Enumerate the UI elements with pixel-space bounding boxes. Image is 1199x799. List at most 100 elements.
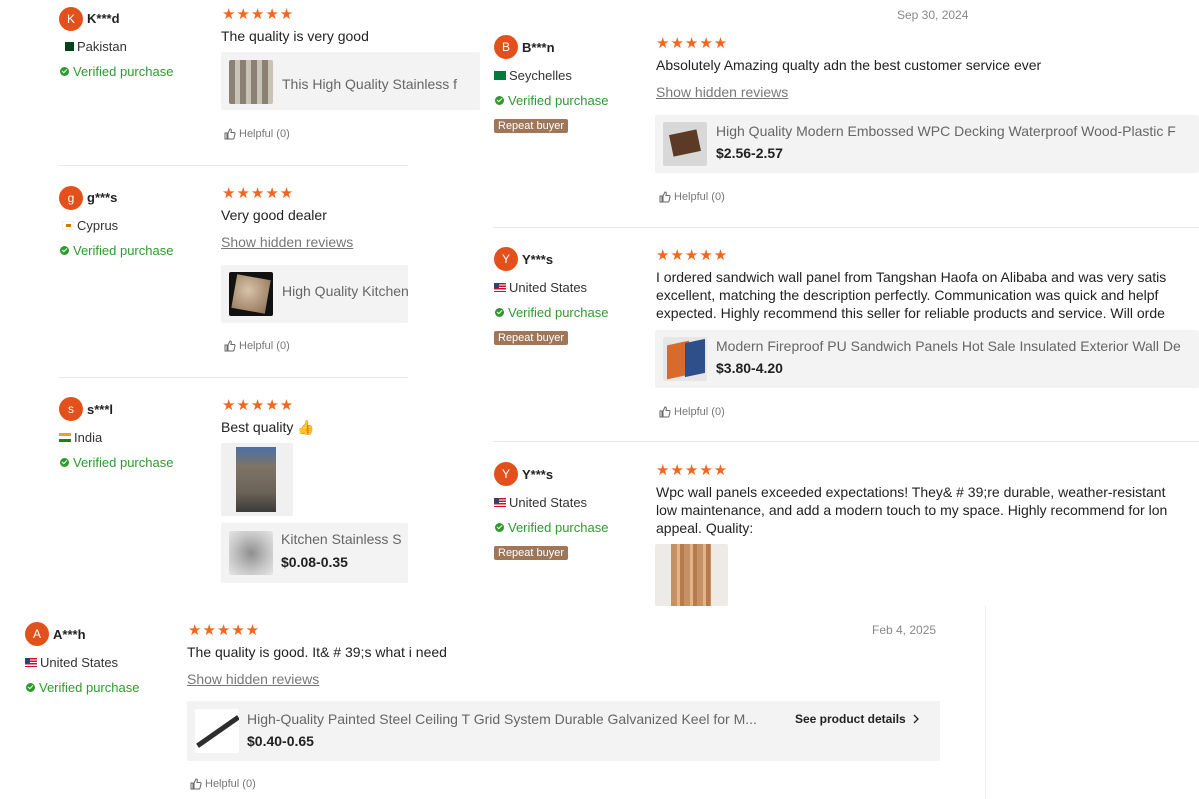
verified-purchase: Verified purchase [60,243,173,258]
show-hidden-reviews-link[interactable]: Show hidden reviews [221,234,353,250]
product-link[interactable]: This High Quality Stainless f [221,52,480,110]
verified-check-icon [495,308,504,317]
reviewer-name: g***s [87,190,118,205]
helpful-button[interactable]: Helpful (0) [190,778,256,790]
product-thumbnail [229,531,273,575]
star-rating: ★★★★★ [188,622,261,639]
star-rating: ★★★★★ [222,6,295,23]
country-label: Pakistan [77,39,127,54]
country-label: United States [509,495,588,510]
pakistan-flag-icon [62,42,74,51]
helpful-button[interactable]: Helpful (0) [659,406,725,418]
product-price: $3.80-4.20 [716,360,783,376]
review-text-line: excellent, matching the description perf… [656,287,1159,303]
helpful-button[interactable]: Helpful (0) [224,340,290,352]
show-hidden-reviews-link[interactable]: Show hidden reviews [187,671,319,687]
star-rating: ★★★★★ [222,397,295,414]
verified-purchase: Verified purchase [495,520,608,535]
review-card: K K***d Pakistan Verified purchase ★★★★★… [0,0,480,165]
thumbs-up-icon [659,191,671,203]
product-name: High Quality Kitchen [282,283,408,299]
verified-purchase: Verified purchase [495,305,608,320]
helpful-label: Helpful (0) [239,128,290,140]
review-photo[interactable] [221,443,293,516]
seychelles-flag-icon [494,71,506,80]
verified-purchase: Verified purchase [60,64,173,79]
review-text: Very good dealer [221,207,327,223]
country-label: United States [40,655,119,670]
reviewer-country: India [59,430,102,445]
reviewer-name: Y***s [522,252,554,267]
review-date: Feb 4, 2025 [872,623,937,637]
thumbs-up-icon [190,778,202,790]
reviewer-country: Pakistan [62,39,127,54]
verified-label: Verified purchase [73,64,174,79]
thumbs-up-icon [224,340,236,352]
product-name: High-Quality Painted Steel Ceiling T Gri… [247,711,757,727]
product-thumbnail [229,272,273,316]
reviewer-country: Seychelles [494,68,572,83]
verified-purchase: Verified purchase [60,455,173,470]
product-link[interactable]: High Quality Kitchen [221,265,408,323]
review-text-line: low maintenance, and add a modern touch … [656,502,1168,518]
reviewer-country: Cyprus [62,218,118,233]
product-name: High Quality Modern Embossed WPC Decking… [716,123,1176,139]
product-thumbnail [229,60,273,104]
verified-label: Verified purchase [73,455,174,470]
review-date: Sep 30, 2024 [897,8,969,22]
review-card: s s***l India Verified purchase ★★★★★ Be… [0,378,480,603]
us-flag-icon [494,283,506,292]
column-edge [985,606,986,799]
avatar: Y [494,462,518,486]
product-price: $0.08-0.35 [281,554,348,570]
verified-label: Verified purchase [73,243,174,258]
helpful-button[interactable]: Helpful (0) [224,128,290,140]
helpful-button[interactable]: Helpful (0) [659,191,725,203]
reviewer-country: United States [494,495,587,510]
review-photo[interactable] [655,544,728,606]
reviewer-country: United States [25,655,118,670]
star-rating: ★★★★★ [656,462,729,479]
verified-label: Verified purchase [39,680,140,695]
product-link[interactable]: High Quality Modern Embossed WPC Decking… [655,115,1199,173]
star-rating: ★★★★★ [656,35,729,52]
verified-purchase: Verified purchase [26,680,139,695]
product-name: Modern Fireproof PU Sandwich Panels Hot … [716,338,1181,354]
country-label: United States [509,280,588,295]
verified-purchase: Verified purchase [495,93,608,108]
reviewer-name: B***n [522,40,555,55]
review-card: Y Y***s United States Verified purchase … [485,442,1199,606]
see-product-details-link[interactable]: See product details [795,712,921,726]
product-price: $0.40-0.65 [247,733,314,749]
star-rating: ★★★★★ [656,247,729,264]
review-text-line: Wpc wall panels exceeded expectations! T… [656,484,1166,500]
country-label: India [74,430,103,445]
product-name: This High Quality Stainless f [282,76,458,92]
verified-label: Verified purchase [508,305,609,320]
show-hidden-reviews-link[interactable]: Show hidden reviews [656,84,788,100]
review-text: The quality is good. It& # 39;s what i n… [187,644,447,660]
review-text: The quality is very good [221,28,369,44]
details-label: See product details [795,712,906,726]
reviewer-name: K***d [87,11,120,26]
review-text: Absolutely Amazing qualty adn the best c… [656,57,1042,73]
verified-check-icon [60,246,69,255]
product-link[interactable]: Kitchen Stainless S $0.08-0.35 [221,523,408,583]
review-card: Feb 4, 2025 A A***h United States Verifi… [0,606,985,799]
helpful-label: Helpful (0) [205,778,256,790]
review-card: Y Y***s United States Verified purchase … [485,228,1199,441]
verified-check-icon [26,683,35,692]
product-link[interactable]: Modern Fireproof PU Sandwich Panels Hot … [655,330,1199,388]
reviewer-name: s***l [87,402,114,417]
avatar: s [59,397,83,421]
review-text-line: appeal. Quality: [656,520,754,536]
repeat-buyer-badge: Repeat buyer [494,119,569,133]
avatar: B [494,35,518,59]
reviewer-name: Y***s [522,467,554,482]
product-link[interactable]: High-Quality Painted Steel Ceiling T Gri… [187,701,940,761]
avatar: g [59,186,83,210]
repeat-buyer-badge: Repeat buyer [494,546,569,560]
country-label: Seychelles [509,68,572,83]
product-thumbnail [663,122,707,166]
reviewer-country: United States [494,280,587,295]
